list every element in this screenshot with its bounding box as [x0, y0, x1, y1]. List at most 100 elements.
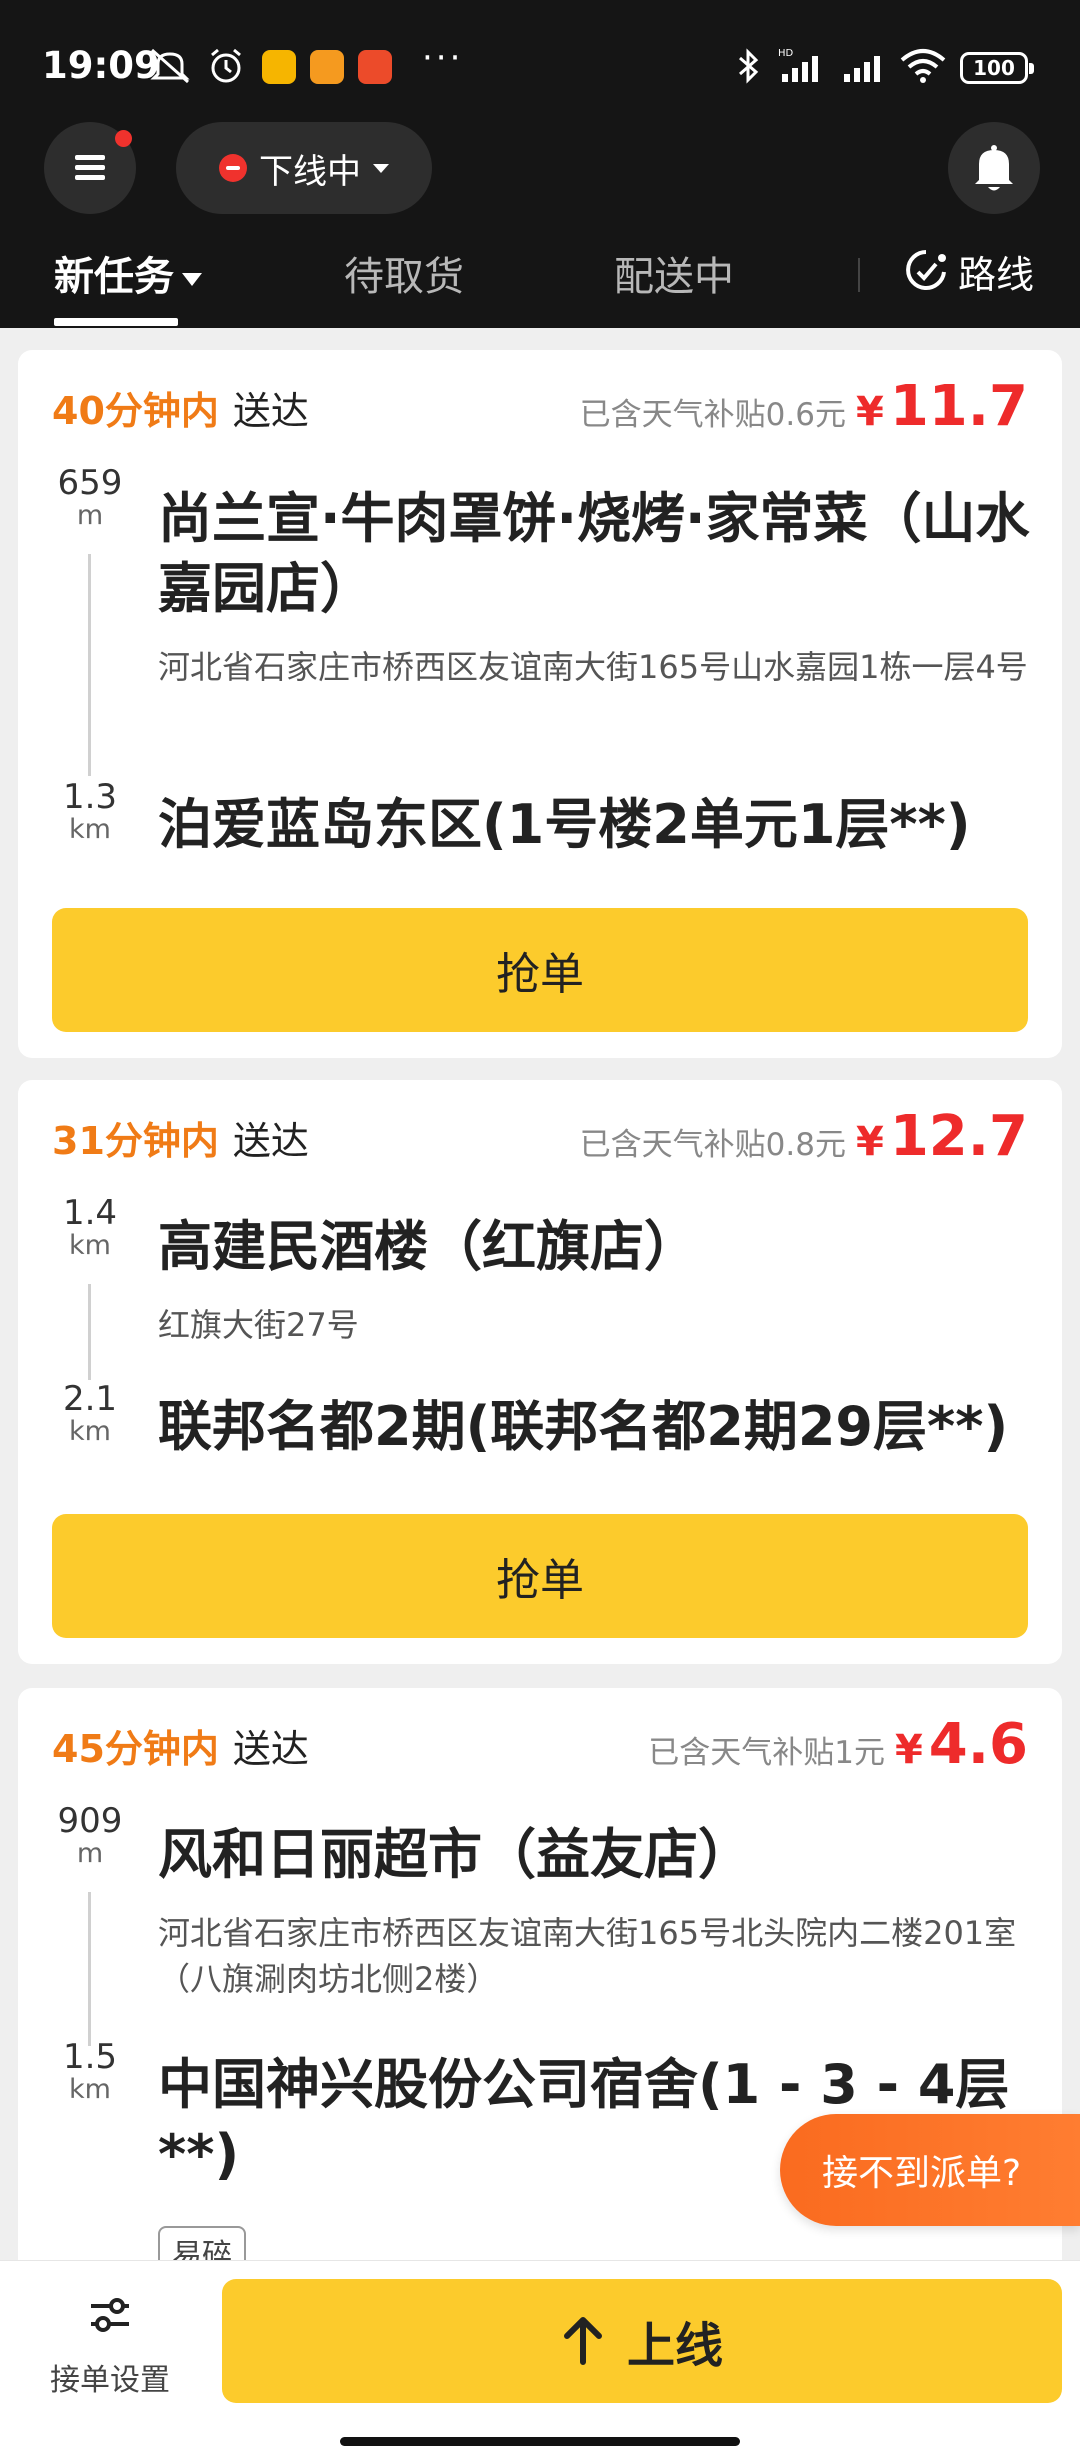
- bottom-bar: 接单设置 上线: [0, 2260, 1080, 2460]
- delivery-destination: 联邦名都2期(联邦名都2期29层**): [158, 1395, 1009, 1458]
- filter-icon: [182, 272, 202, 286]
- shop-address: 河北省石家庄市桥西区友谊南大街165号山水嘉园1栋一层4号: [158, 648, 1028, 686]
- online-status-toggle[interactable]: 下线中: [176, 122, 432, 214]
- fee-currency: ¥: [855, 389, 884, 435]
- route-label: 路线: [958, 253, 1035, 297]
- svg-text:HD: HD: [778, 48, 794, 59]
- tab-awaiting-pickup[interactable]: 待取货: [344, 244, 464, 328]
- weather-subsidy: 已含天气补贴0.8元: [579, 1127, 846, 1163]
- wifi-icon: [898, 46, 948, 86]
- distance-unit: km: [69, 813, 111, 845]
- deadline-time: 45分钟内: [52, 1727, 219, 1771]
- tab-new-tasks[interactable]: 新任务: [54, 244, 202, 328]
- bluetooth-icon: [736, 46, 762, 86]
- pickup-distance: 1.4 km: [50, 1193, 130, 1261]
- weather-subsidy: 已含天气补贴1元: [648, 1735, 885, 1771]
- delivery-distance: 2.1 km: [50, 1379, 130, 1447]
- battery-icon: 100: [960, 52, 1034, 84]
- tab-label: 待取货: [344, 254, 464, 300]
- delivery-deadline: 45分钟内 送达: [52, 1718, 309, 1773]
- order-card[interactable]: 40分钟内 送达 已含天气补贴0.6元 ¥ 11.7 659 m 尚兰宣·牛肉罩饼…: [18, 350, 1062, 1058]
- grab-order-button[interactable]: 抢单: [52, 908, 1028, 1032]
- route-button[interactable]: 路线: [902, 244, 1034, 299]
- shop-address: 河北省石家庄市桥西区友谊南大街165号北头院内二楼201室（八旗涮肉坊北侧2楼）: [158, 1914, 1017, 1999]
- tab-divider: [858, 258, 860, 292]
- signal-hd-icon: HD: [776, 46, 832, 86]
- distance-value: 1.5: [62, 2037, 118, 2077]
- order-fee: 已含天气补贴0.8元 ¥ 12.7: [580, 1104, 1028, 1169]
- active-tab-indicator: [54, 318, 178, 326]
- distance-unit: m: [76, 499, 104, 531]
- distance-unit: km: [69, 1415, 111, 1447]
- go-online-button[interactable]: 上线: [222, 2279, 1062, 2403]
- deadline-verb: 送达: [232, 1119, 309, 1163]
- home-indicator[interactable]: [340, 2437, 740, 2446]
- distance-value: 1.4: [62, 1193, 118, 1233]
- shop-name: 尚兰宣·牛肉罩饼·烧烤·家常菜（山水嘉园店）: [158, 487, 1030, 621]
- menu-button[interactable]: [44, 122, 136, 214]
- distance-unit: m: [76, 1837, 104, 1869]
- shop-address: 红旗大街27号: [158, 1306, 359, 1344]
- order-card[interactable]: 31分钟内 送达 已含天气补贴0.8元 ¥ 12.7 1.4 km 高建民酒楼（红…: [18, 1080, 1062, 1664]
- delivery-deadline: 40分钟内 送达: [52, 380, 309, 435]
- tab-delivering[interactable]: 配送中: [614, 244, 734, 328]
- order-settings-label: 接单设置: [50, 2363, 170, 2398]
- deadline-time: 31分钟内: [52, 1119, 219, 1163]
- pickup-distance: 659 m: [50, 463, 130, 531]
- distance-value: 659: [57, 463, 123, 503]
- task-tabs: 新任务 待取货 配送中 路线: [0, 236, 1080, 328]
- deadline-verb: 送达: [232, 389, 309, 433]
- tab-label: 新任务: [54, 254, 174, 300]
- distance-value: 1.3: [62, 777, 118, 817]
- go-online-label: 上线: [626, 2318, 723, 2374]
- fee-currency: ¥: [855, 1119, 884, 1165]
- menu-icon: [73, 153, 107, 183]
- delivery-destination: 泊爱蓝岛东区(1号楼2单元1层**): [158, 793, 971, 856]
- order-fee: 已含天气补贴0.6元 ¥ 11.7: [580, 374, 1028, 439]
- arrow-up-icon: [561, 2316, 605, 2366]
- tab-label: 配送中: [614, 254, 734, 300]
- no-dispatch-help-button[interactable]: 接不到派单?: [780, 2114, 1080, 2226]
- distance-value: 909: [57, 1801, 123, 1841]
- chevron-down-icon: [373, 163, 389, 173]
- order-fee: 已含天气补贴1元 ¥ 4.6: [648, 1712, 1028, 1777]
- bell-icon: [971, 142, 1017, 194]
- grab-order-button[interactable]: 抢单: [52, 1514, 1028, 1638]
- notification-dot: [115, 130, 132, 147]
- more-notifications-icon: ···: [422, 38, 464, 78]
- pickup-distance: 909 m: [50, 1801, 130, 1869]
- route-line: [88, 1892, 91, 2046]
- fee-amount: 11.7: [889, 374, 1028, 439]
- route-line: [88, 554, 91, 776]
- bell-muted-icon: [148, 46, 192, 86]
- app-notification-icon: [358, 50, 392, 84]
- delivery-distance: 1.5 km: [50, 2037, 130, 2105]
- status-bar: 19:09 ··· HD 100: [0, 0, 1080, 120]
- fee-amount: 12.7: [889, 1104, 1028, 1169]
- app-header: 19:09 ··· HD 100 下线中 新任务 待取货 配送中 路线: [0, 0, 1080, 328]
- status-time: 19:09: [42, 44, 160, 87]
- route-pin-icon: [902, 248, 950, 296]
- delivery-distance: 1.3 km: [50, 777, 130, 845]
- settings-sliders-icon: [87, 2293, 133, 2337]
- offline-status-icon: [219, 154, 247, 182]
- signal-icon: [840, 46, 890, 86]
- distance-value: 2.1: [62, 1379, 118, 1419]
- distance-unit: km: [69, 1229, 111, 1261]
- fee-amount: 4.6: [928, 1712, 1028, 1777]
- shop-name: 风和日丽超市（益友店）: [158, 1823, 752, 1886]
- distance-unit: km: [69, 2073, 111, 2105]
- app-notification-icon: [310, 50, 344, 84]
- alarm-icon: [206, 46, 246, 86]
- delivery-deadline: 31分钟内 送达: [52, 1110, 309, 1165]
- weather-subsidy: 已含天气补贴0.6元: [579, 397, 846, 433]
- deadline-time: 40分钟内: [52, 389, 219, 433]
- shop-name: 高建民酒楼（红旗店）: [158, 1215, 698, 1278]
- route-line: [88, 1284, 91, 1380]
- order-settings-button[interactable]: 接单设置: [40, 2293, 180, 2399]
- app-notification-icon: [262, 50, 296, 84]
- online-status-label: 下线中: [259, 151, 361, 192]
- fee-currency: ¥: [894, 1727, 923, 1773]
- notifications-button[interactable]: [948, 122, 1040, 214]
- deadline-verb: 送达: [232, 1727, 309, 1771]
